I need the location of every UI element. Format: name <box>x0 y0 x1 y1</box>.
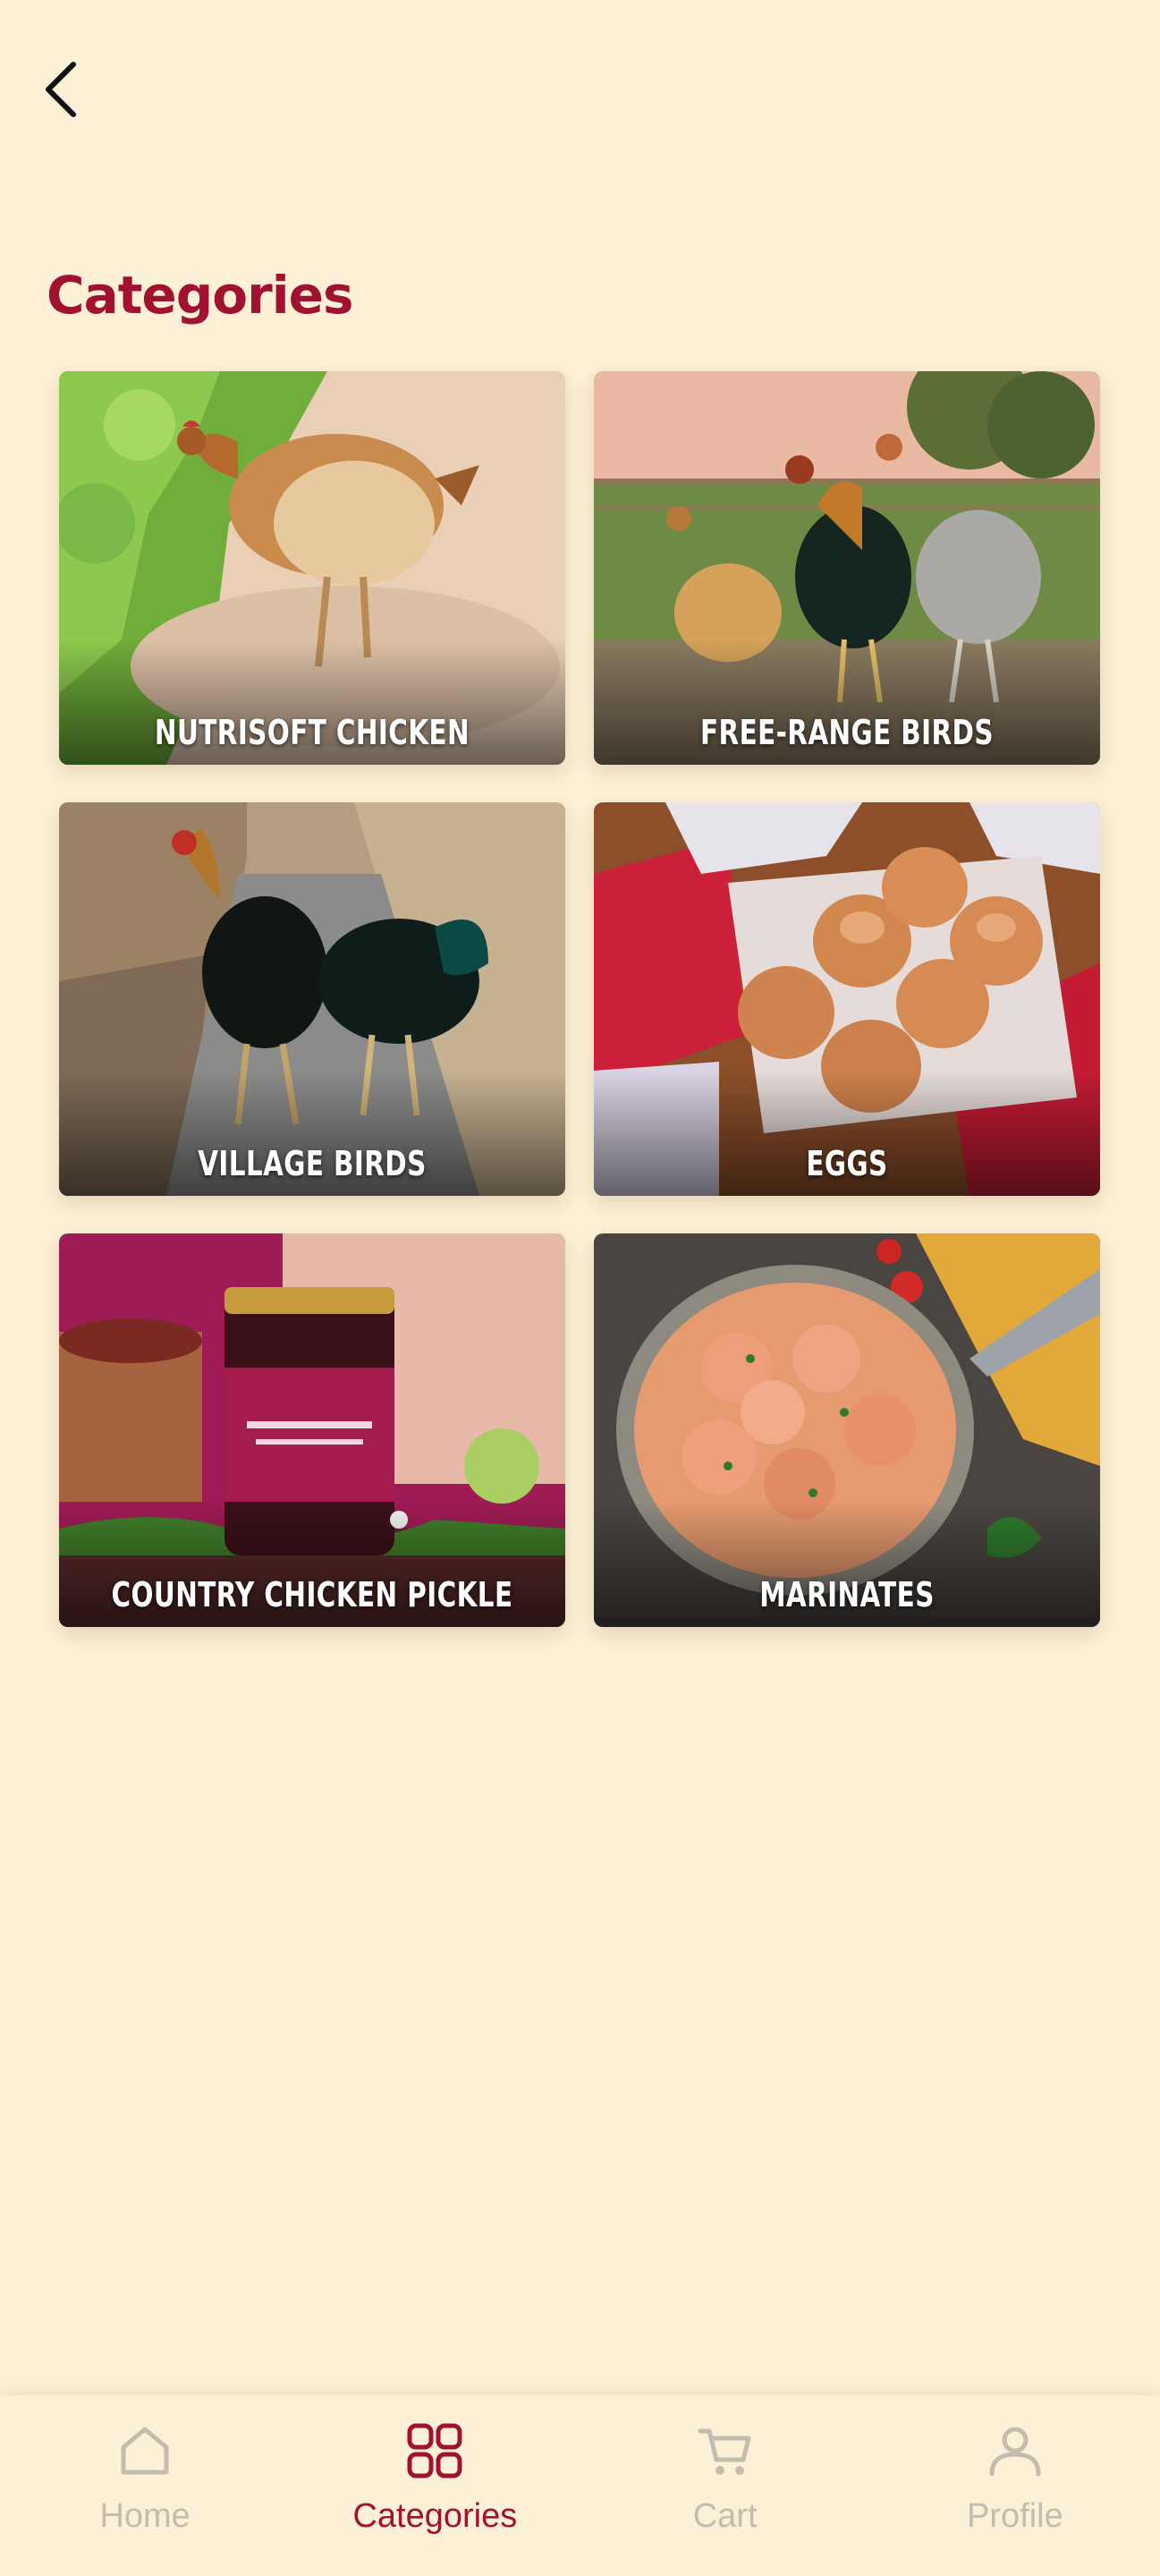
nav-categories[interactable]: Categories <box>290 2395 580 2576</box>
category-label: MARINATES <box>759 1575 935 1614</box>
category-card-nutrisoft-chicken[interactable]: NUTRISOFT CHICKEN <box>59 371 565 765</box>
grid-icon <box>399 2415 470 2487</box>
cart-icon <box>690 2415 761 2487</box>
nav-profile-label: Profile <box>967 2497 1063 2535</box>
nav-profile[interactable]: Profile <box>870 2395 1160 2576</box>
category-label: NUTRISOFT CHICKEN <box>154 713 470 752</box>
nav-home-label: Home <box>99 2497 191 2535</box>
nav-home[interactable]: Home <box>0 2395 290 2576</box>
category-label: COUNTRY CHICKEN PICKLE <box>111 1575 513 1614</box>
category-card-eggs[interactable]: EGGS <box>594 802 1100 1196</box>
user-icon <box>979 2415 1051 2487</box>
categories-screen: Categories NUTRISOFT CHICKEN FREE-RANGE … <box>0 0 1160 2576</box>
category-card-marinates[interactable]: MARINATES <box>594 1233 1100 1627</box>
nav-cart-label: Cart <box>692 2497 758 2535</box>
bottom-navigation: Home Categories Cart Profile <box>0 2395 1160 2576</box>
category-card-free-range-birds[interactable]: FREE-RANGE BIRDS <box>594 371 1100 765</box>
category-label: FREE-RANGE BIRDS <box>699 713 995 752</box>
category-card-country-chicken-pickle[interactable]: COUNTRY CHICKEN PICKLE <box>59 1233 565 1627</box>
category-label: VILLAGE BIRDS <box>198 1144 427 1183</box>
page-title: Categories <box>47 265 353 326</box>
category-grid: NUTRISOFT CHICKEN FREE-RANGE BIRDS VILLA… <box>59 371 1101 1627</box>
chevron-left-icon <box>46 62 76 117</box>
home-icon <box>109 2415 181 2487</box>
category-label: EGGS <box>806 1144 888 1183</box>
nav-cart[interactable]: Cart <box>580 2395 870 2576</box>
nav-categories-label: Categories <box>352 2497 518 2535</box>
category-card-village-birds[interactable]: VILLAGE BIRDS <box>59 802 565 1196</box>
back-button[interactable] <box>32 54 89 125</box>
